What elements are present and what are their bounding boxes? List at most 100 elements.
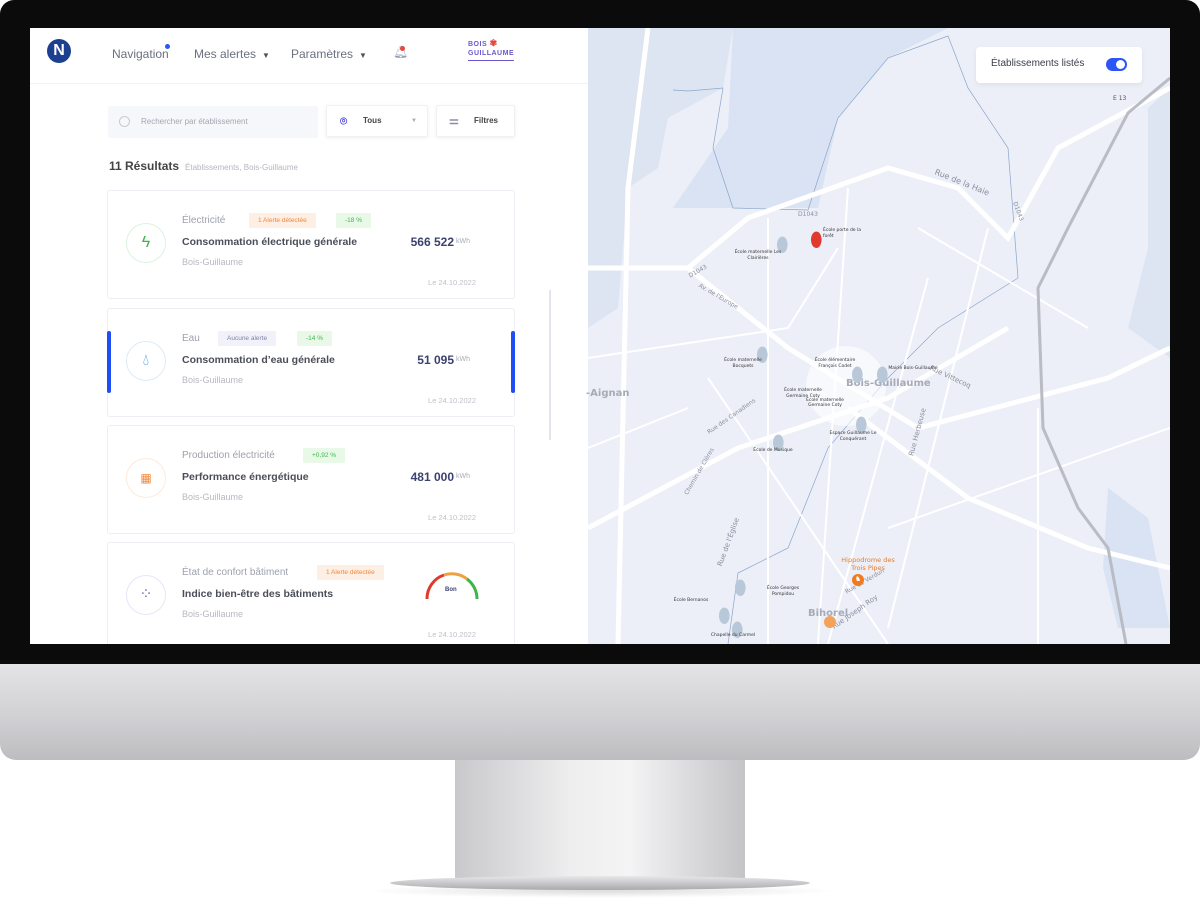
pin-label: École maternelle Bocquets — [724, 358, 762, 369]
results-context: Établissements, Bois-Guillaume — [185, 163, 298, 172]
card-date: Le 24.10.2022 — [428, 278, 476, 287]
gauge-green-arc — [466, 577, 479, 600]
pin-label: École élémentaire François Codet — [814, 358, 856, 369]
card-place: Bois-Guillaume — [182, 492, 244, 502]
location-select[interactable]: ⌾ Tous ▼ — [326, 105, 428, 137]
map-pin-icon[interactable]: ⬮ — [876, 365, 889, 385]
poi-label: Hippodrome des Trois Pipes — [841, 556, 895, 572]
nav-navigation[interactable]: Navigation — [112, 47, 169, 61]
scrollbar[interactable] — [549, 290, 551, 440]
alert-badge: Aucune alerte — [218, 331, 277, 346]
card-title: Indice bien-être des bâtiments — [182, 588, 334, 600]
caret-down-icon: ▼ — [262, 51, 270, 60]
comfort-gauge — [425, 572, 479, 600]
delta-badge: +0,92 % — [303, 448, 346, 463]
pin-label: Chapelle du Carmel — [710, 633, 756, 638]
card-place: Bois-Guillaume — [182, 257, 244, 267]
toggle-label: Établissements listés — [991, 58, 1085, 69]
brand-line1: BOIS — [468, 41, 488, 48]
lion-icon: ✾ — [489, 38, 498, 48]
nav-label: Paramètres — [291, 47, 354, 61]
card-title: Consommation d’eau générale — [182, 354, 335, 366]
lightning-icon: ϟ — [126, 223, 166, 263]
card-title: Performance énergétique — [182, 471, 309, 483]
card-unit: kWh — [456, 356, 470, 363]
major-roads — [588, 28, 1170, 644]
pin-label: École Bernanos — [673, 598, 709, 603]
listed-toggle-switch[interactable] — [1106, 58, 1127, 71]
monitor-chin — [0, 664, 1200, 760]
pin-label: Mairie Bois-Guillaume — [888, 366, 938, 371]
search-placeholder: Rechercher par établissement — [141, 117, 248, 126]
filters-label: Filtres — [474, 116, 499, 125]
poi-icon — [824, 616, 836, 628]
racecourse-icon: ♞ — [852, 574, 864, 586]
results-heading: 11 Résultats Établissements, Bois-Guillau… — [109, 159, 298, 173]
results-count: 11 Résultats — [109, 159, 180, 173]
gauge-red-arc — [425, 573, 445, 600]
gauge-label: Bon — [445, 587, 457, 593]
card-unit: kWh — [456, 473, 470, 480]
card-value: 481 000 — [410, 470, 454, 484]
card-date: Le 24.10.2022 — [428, 630, 476, 639]
delta-badge: -14 % — [297, 331, 332, 346]
app-logo[interactable]: N — [47, 39, 71, 63]
list-panel: N Navigation Mes alertes ▼ Paramètres ▼ 🔔︎… — [30, 28, 588, 644]
street-label: E 13 — [1113, 95, 1127, 102]
place-label: -Aignan — [586, 388, 630, 399]
chevron-down-icon: ▼ — [411, 118, 417, 124]
alert-badge: 1 Alerte détectée — [317, 565, 384, 580]
card-category: État de confort bâtiment — [182, 567, 289, 578]
result-card-eau[interactable]: 💧︎ Eau Aucune alerte -14 % Consommation … — [107, 308, 515, 417]
monitor-base — [390, 876, 810, 890]
app-screen: N Navigation Mes alertes ▼ Paramètres ▼ 🔔︎… — [30, 28, 1170, 644]
pin-label: École porte de la forêt — [823, 228, 862, 239]
location-pin-icon: ⌾ — [340, 114, 348, 128]
bois-guillaume-logo: BOIS ✾ GUILLAUME — [468, 38, 515, 61]
water-area — [1128, 88, 1170, 358]
card-category: Eau — [182, 333, 200, 344]
bell-badge — [400, 46, 405, 51]
card-date: Le 24.10.2022 — [428, 513, 476, 522]
pin-label: École maternelle Germaine Coty — [806, 398, 844, 408]
map-pin-icon[interactable]: ⬮ — [718, 606, 731, 626]
delta-badge: -18 % — [336, 213, 371, 228]
nav-mes-alertes[interactable]: Mes alertes ▼ — [194, 47, 270, 61]
result-card-electricite[interactable]: ϟ Électricité 1 Alerte détectée -18 % Co… — [107, 190, 515, 299]
card-category: Électricité — [182, 215, 226, 226]
top-nav: N Navigation Mes alertes ▼ Paramètres ▼ 🔔︎… — [30, 28, 588, 84]
nav-label: Mes alertes — [194, 47, 257, 61]
notification-dot — [165, 44, 170, 49]
brand-line2: GUILLAUME — [468, 50, 515, 57]
street-label: D1043 — [798, 211, 818, 218]
solar-panel-icon: ▦ — [126, 458, 166, 498]
pin-label: Espace Guillaume Le Conquérant — [829, 431, 877, 442]
card-place: Bois-Guillaume — [182, 375, 244, 385]
map-canvas — [588, 28, 1170, 644]
card-title: Consommation électrique générale — [182, 236, 358, 248]
map-pin-icon[interactable]: ⬮ — [734, 578, 747, 598]
card-place: Bois-Guillaume — [182, 609, 244, 619]
card-value: 566 522 — [410, 235, 454, 249]
card-unit: kWh — [456, 238, 470, 245]
gauge-orange-arc — [443, 572, 468, 581]
card-value: 51 095 — [417, 353, 454, 367]
pin-label: École de Musique — [753, 448, 793, 453]
monitor-stand — [455, 760, 745, 882]
card-date: Le 24.10.2022 — [428, 396, 476, 405]
result-card-production[interactable]: ▦ Production électricité +0,92 % Perform… — [107, 425, 515, 534]
search-icon — [119, 116, 130, 127]
search-input[interactable]: Rechercher par établissement — [108, 106, 318, 138]
caret-down-icon: ▼ — [359, 51, 367, 60]
location-value: Tous — [363, 116, 382, 125]
nav-parametres[interactable]: Paramètres ▼ — [291, 47, 367, 61]
map-view[interactable]: Établissements listés Rue de la Haie D104… — [586, 28, 1170, 644]
water-drop-icon: 💧︎ — [126, 341, 166, 381]
filters-button[interactable]: ⚌ Filtres — [436, 105, 515, 137]
result-card-confort[interactable]: ⁘ État de confort bâtiment 1 Alerte déte… — [107, 542, 515, 644]
sliders-icon: ⚌ — [449, 115, 459, 127]
pin-label: École Georges Pompidou — [766, 586, 800, 597]
alert-badge: 1 Alerte détectée — [249, 213, 316, 228]
map-pin-icon[interactable]: ⬮ — [810, 230, 823, 250]
pin-label: École maternelle Les Clairières — [734, 250, 782, 261]
